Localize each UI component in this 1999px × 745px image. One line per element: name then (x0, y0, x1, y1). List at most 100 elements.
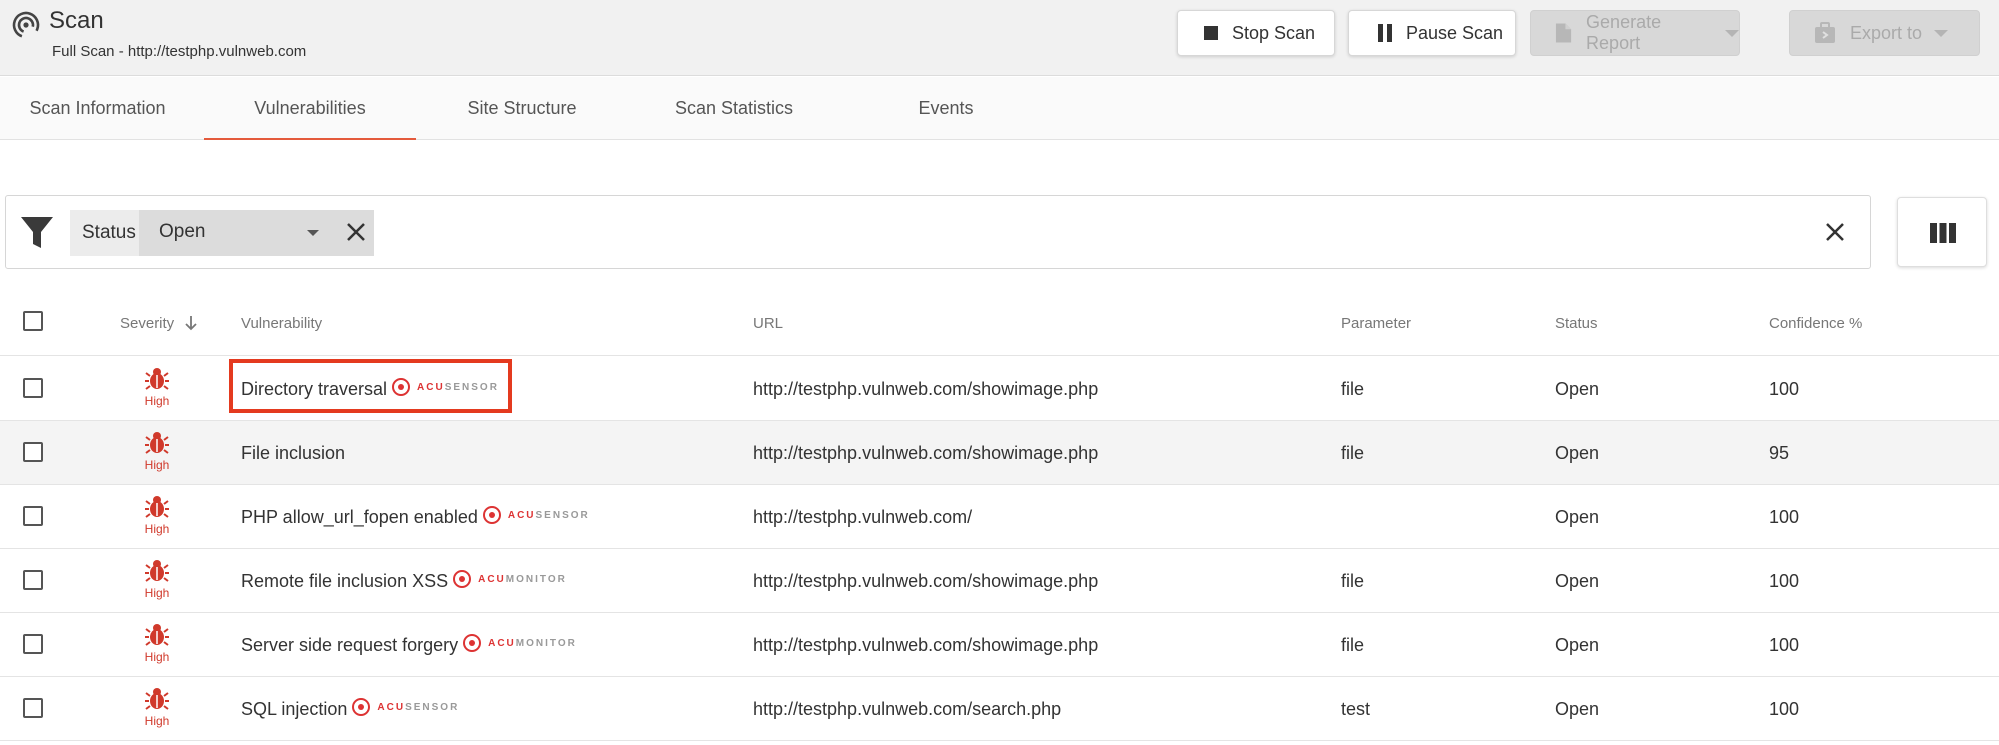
vulnerability-title: SQL injection (241, 698, 348, 719)
severity-indicator: High (140, 494, 174, 536)
vulnerability-url: http://testphp.vulnweb.com/showimage.php (753, 571, 1099, 591)
vulnerability-confidence: 100 (1769, 507, 1800, 527)
chevron-down-icon[interactable] (307, 230, 319, 236)
scan-target-subtitle: Full Scan - http://testphp.vulnweb.com (52, 43, 307, 60)
vulnerability-url: http://testphp.vulnweb.com/showimage.php (753, 443, 1099, 463)
vulnerability-confidence: 100 (1769, 379, 1800, 399)
vulnerability-url: http://testphp.vulnweb.com/search.php (753, 699, 1062, 719)
tab-vulnerabilities[interactable]: Vulnerabilities (204, 77, 416, 140)
severity-label: High (144, 458, 170, 472)
badge-suffix: SENSOR (535, 509, 590, 521)
status-filter-select[interactable]: Open (139, 210, 374, 256)
table-row[interactable]: High File inclusion http://testphp.vulnweb… (0, 421, 1999, 485)
columns-icon (1930, 223, 1956, 243)
export-to-button[interactable]: Export to (1789, 10, 1980, 56)
vulnerability-parameter: file (1341, 443, 1365, 463)
row-checkbox[interactable] (23, 634, 43, 654)
vulnerability-title: Remote file inclusion XSS (241, 570, 449, 591)
badge-prefix: ACU (478, 573, 506, 585)
vulnerability-name[interactable]: Server side request forgery ACU MONITOR (241, 613, 577, 677)
stop-scan-label: Stop Scan (1232, 22, 1316, 43)
table-row[interactable]: High Remote file inclusion XSS ACU MONITOR h… (0, 549, 1999, 613)
status-filter-value: Open (159, 221, 206, 242)
badge-prefix: ACU (377, 701, 406, 713)
vulnerability-confidence: 95 (1769, 443, 1790, 463)
severity-label: High (144, 714, 170, 728)
acunetix-badge: ACU MONITOR (453, 570, 567, 588)
vulnerability-status: Open (1555, 571, 1600, 591)
severity-indicator: High (140, 430, 174, 472)
severity-indicator: High (140, 686, 174, 728)
column-header-url[interactable]: URL (753, 292, 783, 356)
column-header-vulnerability[interactable]: Vulnerability (241, 292, 322, 356)
badge-suffix: MONITOR (505, 573, 567, 585)
pause-icon (1378, 24, 1392, 42)
vulnerability-name[interactable]: File inclusion (241, 421, 345, 485)
severity-label: High (144, 586, 170, 600)
vulnerability-status: Open (1555, 379, 1600, 399)
filter-chip-field: Status (70, 210, 144, 256)
badge-suffix: SENSOR (405, 701, 460, 713)
column-header-parameter[interactable]: Parameter (1341, 292, 1411, 356)
badge-prefix: ACU (507, 509, 536, 521)
clear-filters-icon[interactable] (1823, 220, 1847, 244)
highlight-box (229, 359, 512, 413)
vulnerability-url: http://testphp.vulnweb.com/showimage.php (753, 635, 1099, 655)
vulnerability-name[interactable]: SQL injection ACU SENSOR (241, 677, 459, 741)
table-header: Severity Vulnerability URL Parameter Sta… (0, 292, 1999, 356)
vulnerability-parameter: file (1341, 571, 1365, 591)
column-header-confidence[interactable]: Confidence % (1769, 292, 1862, 356)
row-checkbox[interactable] (23, 378, 43, 398)
row-checkbox[interactable] (23, 698, 43, 718)
select-all-checkbox[interactable] (23, 311, 43, 331)
vulnerability-confidence: 100 (1769, 571, 1800, 591)
vulnerability-parameter: file (1341, 379, 1365, 399)
scan-radar-icon (12, 11, 40, 39)
acunetix-badge: ACU MONITOR (463, 634, 577, 652)
generate-report-button[interactable]: Generate Report (1530, 10, 1740, 56)
vulnerability-confidence: 100 (1769, 635, 1800, 655)
vulnerability-parameter: file (1341, 635, 1365, 655)
export-icon (1815, 22, 1835, 43)
badge-suffix: MONITOR (515, 637, 577, 649)
row-checkbox[interactable] (23, 442, 43, 462)
vulnerability-status: Open (1555, 507, 1600, 527)
tab-scan-information[interactable]: Scan Information (0, 77, 195, 140)
row-checkbox[interactable] (23, 506, 43, 526)
pause-scan-label: Pause Scan (1406, 22, 1504, 43)
acunetix-logo-icon (482, 506, 501, 524)
acunetix-badge: ACU SENSOR (482, 506, 590, 524)
export-to-label: Export to (1850, 22, 1923, 43)
vulnerability-name[interactable]: Remote file inclusion XSS ACU MONITOR (241, 549, 567, 613)
acunetix-logo-icon (453, 570, 472, 588)
vulnerability-parameter: test (1341, 699, 1371, 719)
vulnerability-confidence: 100 (1769, 699, 1800, 719)
table-row[interactable]: High SQL injection ACU SENSOR http://testphp… (0, 677, 1999, 741)
bug-icon (145, 560, 169, 582)
column-header-severity[interactable]: Severity (120, 292, 198, 356)
remove-filter-icon[interactable] (344, 220, 368, 244)
filter-icon[interactable] (20, 215, 54, 251)
column-chooser-button[interactable] (1897, 197, 1987, 267)
bug-icon (145, 688, 169, 710)
acunetix-logo-icon (463, 634, 482, 652)
acunetix-logo-icon (352, 698, 371, 716)
column-header-status[interactable]: Status (1555, 292, 1598, 356)
row-checkbox[interactable] (23, 570, 43, 590)
filter-bar: Status Open (5, 195, 1871, 269)
vulnerability-title: PHP allow_url_fopen enabled (241, 506, 478, 527)
tab-site-structure[interactable]: Site Structure (416, 77, 628, 140)
stop-scan-button[interactable]: Stop Scan (1177, 10, 1335, 56)
generate-report-label: Generate Report (1586, 12, 1662, 53)
pause-scan-button[interactable]: Pause Scan (1348, 10, 1516, 56)
table-row[interactable]: High PHP allow_url_fopen enabled ACU SENSOR… (0, 485, 1999, 549)
bug-icon (145, 496, 169, 518)
chevron-down-icon (1934, 29, 1949, 37)
table-row[interactable]: High Server side request forgery ACU MONITO… (0, 613, 1999, 677)
vulnerability-title: File inclusion (241, 442, 346, 463)
tab-events[interactable]: Events (840, 77, 1052, 140)
vulnerability-status: Open (1555, 635, 1600, 655)
tab-scan-statistics[interactable]: Scan Statistics (628, 77, 840, 140)
severity-label: High (144, 394, 170, 408)
vulnerability-name[interactable]: PHP allow_url_fopen enabled ACU SENSOR (241, 485, 590, 549)
